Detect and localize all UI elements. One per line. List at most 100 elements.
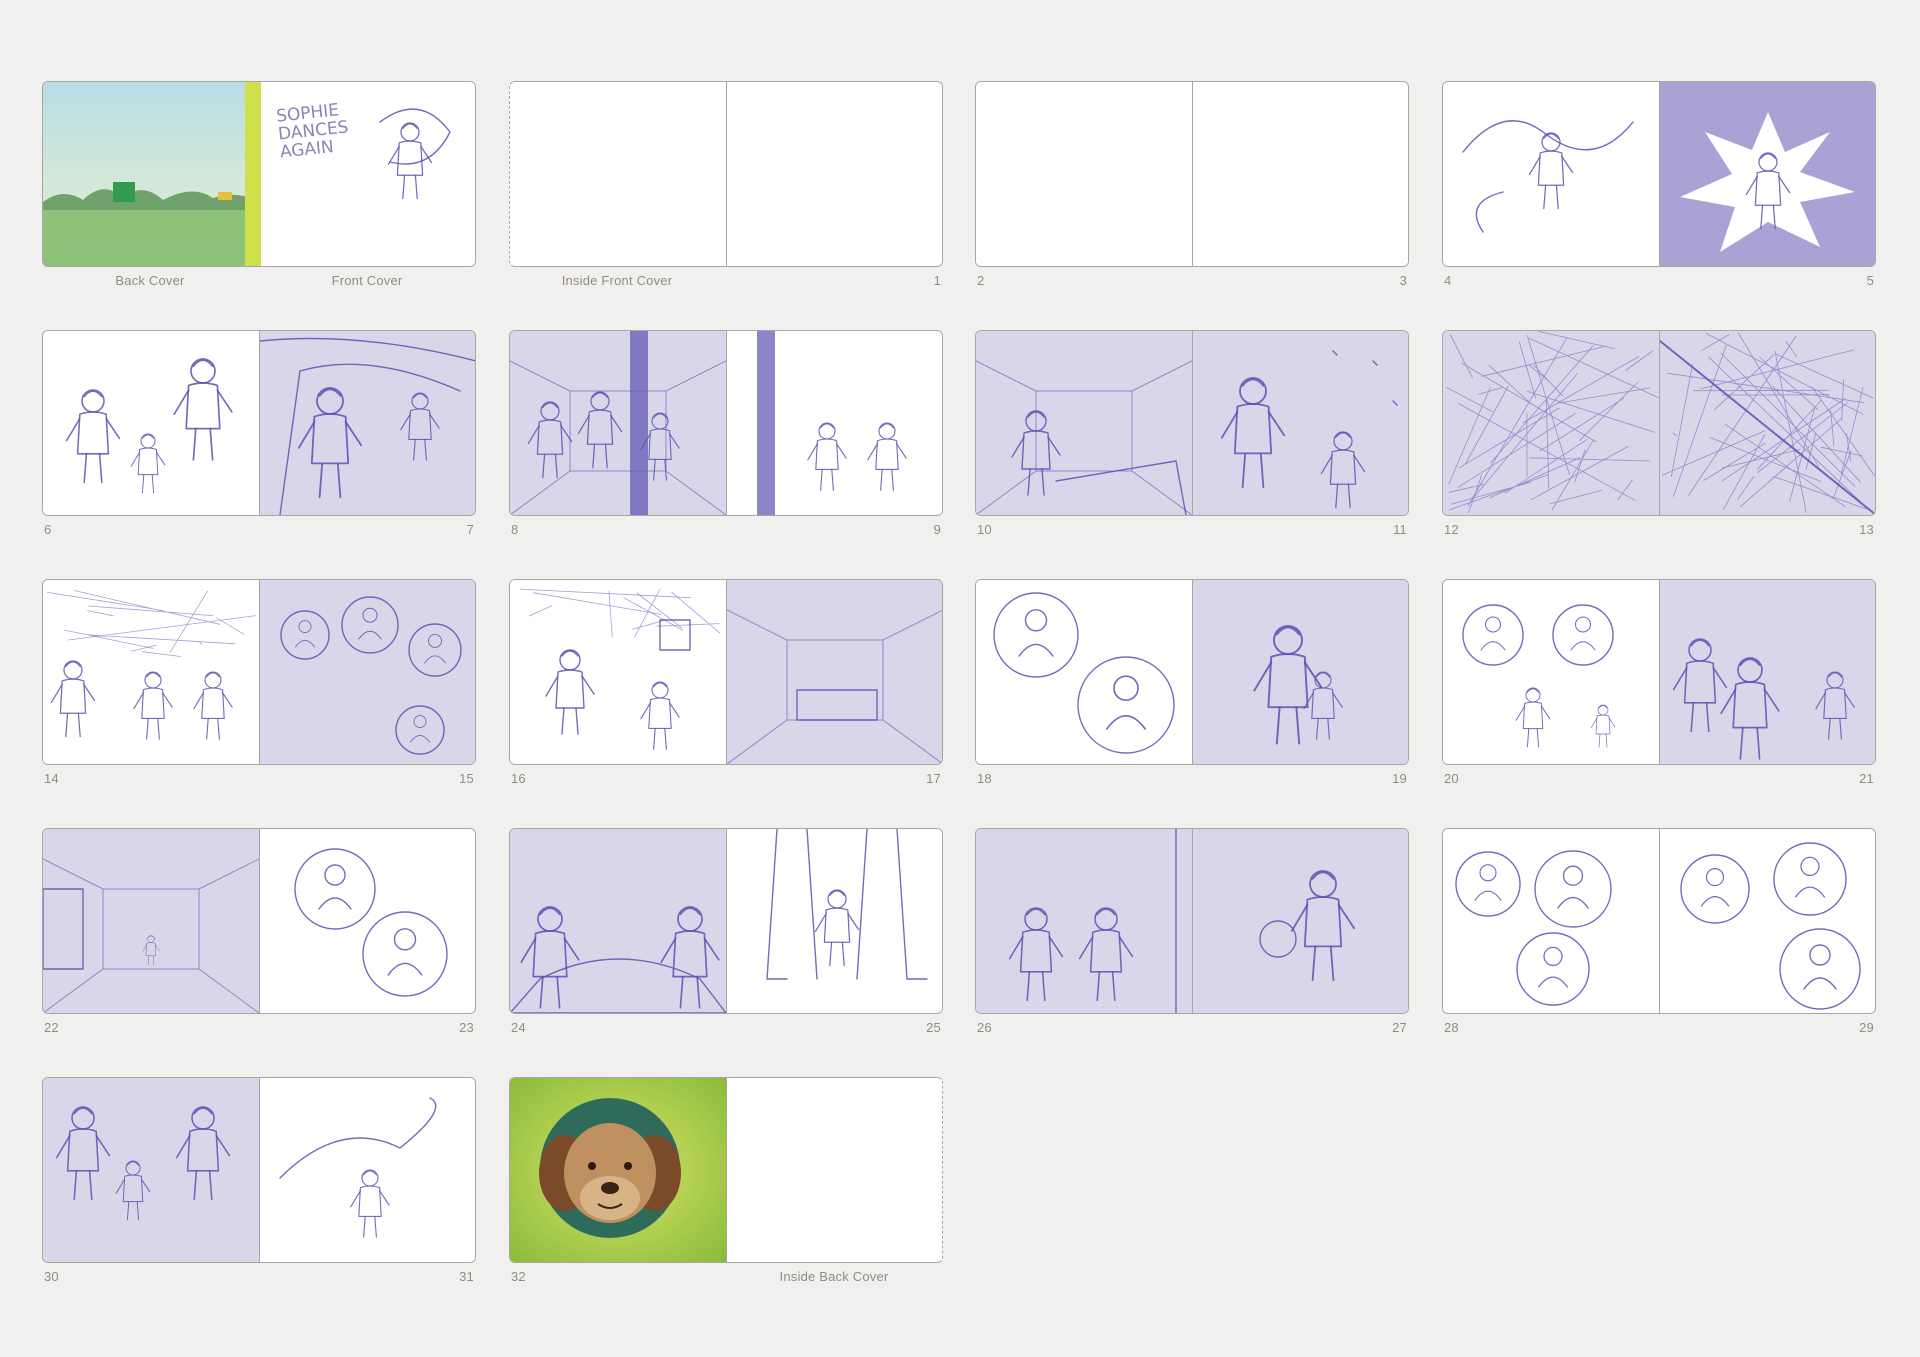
storyboard-spread[interactable]: Inside Front Cover 1 — [509, 81, 943, 288]
storyboard-spread[interactable]: 16 17 — [509, 579, 943, 786]
storyboard-spread[interactable]: 12 13 — [1442, 330, 1876, 537]
left-page[interactable] — [976, 331, 1192, 515]
left-page[interactable] — [976, 580, 1192, 764]
page-illustration — [1679, 842, 1861, 1010]
left-page[interactable] — [1443, 331, 1659, 515]
left-page[interactable] — [510, 829, 726, 1013]
left-page[interactable] — [976, 829, 1192, 1013]
spread-pages — [1442, 330, 1876, 516]
page-illustration — [1659, 332, 1875, 515]
right-page[interactable] — [258, 580, 475, 764]
right-page[interactable] — [725, 82, 942, 266]
right-page[interactable] — [725, 331, 942, 515]
lawn — [43, 210, 259, 266]
page-label-right: 5 — [1866, 273, 1874, 288]
page-label-right: 7 — [466, 522, 474, 537]
storyboard-spread[interactable]: 26 27 — [975, 828, 1409, 1035]
sketch-figure — [545, 649, 595, 735]
right-page[interactable] — [1658, 580, 1875, 764]
right-page[interactable] — [1191, 82, 1408, 266]
page-label-left: 16 — [511, 771, 526, 786]
storyboard-spread[interactable]: 24 25 — [509, 828, 943, 1035]
right-page[interactable] — [1191, 580, 1408, 764]
storyboard-spread[interactable]: 67 — [42, 330, 476, 537]
page-label-right: 17 — [926, 771, 941, 786]
left-page[interactable] — [1443, 82, 1659, 266]
page-label-right: 29 — [1859, 1020, 1874, 1035]
right-page[interactable] — [1191, 829, 1408, 1013]
storyboard-spread[interactable]: 30 31 — [42, 1077, 476, 1284]
page-label-right: Front Cover — [331, 273, 403, 288]
left-page[interactable] — [43, 1078, 259, 1262]
vignette-bubble — [293, 848, 376, 930]
spread-pages — [42, 330, 476, 516]
storyboard-spread[interactable]: 20 21 — [1442, 579, 1876, 786]
storyboard-spread[interactable]: 14 15 — [42, 579, 476, 786]
vignette-bubble — [1077, 656, 1175, 754]
right-page[interactable] — [1658, 829, 1875, 1013]
left-page[interactable] — [510, 82, 726, 266]
page-illustration — [1462, 604, 1616, 748]
left-page[interactable] — [43, 331, 259, 515]
left-page[interactable] — [1443, 580, 1659, 764]
right-page[interactable] — [725, 1078, 943, 1262]
right-page[interactable] — [1191, 331, 1408, 515]
vignette-bubble — [993, 592, 1079, 678]
vignette-bubble — [279, 610, 330, 660]
spread-pages — [1442, 828, 1876, 1014]
left-page[interactable] — [43, 580, 259, 764]
father-figure — [173, 358, 233, 461]
storyboard-spread[interactable]: 45 — [1442, 81, 1876, 288]
storyboard-spread[interactable]: 23 — [975, 81, 1409, 288]
spread-pages — [509, 1077, 943, 1263]
page-illustration — [293, 848, 448, 997]
spread-pages — [975, 330, 1409, 516]
right-page[interactable] — [258, 331, 475, 515]
left-page[interactable] — [43, 829, 259, 1013]
vignette-bubble — [1552, 604, 1614, 666]
page-label-left: 18 — [977, 771, 992, 786]
left-page[interactable] — [510, 1078, 726, 1262]
storyboard-spread[interactable]: 28 29 — [1442, 828, 1876, 1035]
patient-child — [1320, 431, 1365, 509]
room-perspective — [976, 360, 1192, 515]
right-page[interactable] — [725, 829, 942, 1013]
left-page[interactable] — [510, 331, 726, 515]
sketch-lines — [47, 590, 256, 657]
storyboard-grid: SOPHIE DANCES AGAIN Back Cover Front Cover In… — [42, 81, 1882, 1311]
left-page[interactable] — [510, 580, 726, 764]
spread-pages — [42, 828, 476, 1014]
right-page[interactable] — [258, 829, 475, 1013]
page-illustration — [727, 1078, 943, 1262]
left-page[interactable] — [1443, 829, 1659, 1013]
small-girl — [142, 935, 160, 966]
page-label-left: 24 — [511, 1020, 526, 1035]
page-label-right: 15 — [459, 771, 474, 786]
curtain — [756, 331, 775, 515]
right-page[interactable]: SOPHIE DANCES AGAIN — [258, 82, 475, 266]
spread-pages — [42, 579, 476, 765]
sketch-figure — [520, 906, 580, 1009]
right-page[interactable] — [1658, 331, 1875, 515]
storyboard-spread[interactable]: 32 Inside Back Cover — [509, 1077, 943, 1284]
storyboard-spread[interactable]: 22 23 — [42, 828, 476, 1035]
green-house — [113, 182, 135, 202]
page-illustration — [1455, 850, 1612, 1006]
storyboard-spread[interactable]: 89 — [509, 330, 943, 537]
page-label-left: 20 — [1444, 771, 1459, 786]
vignette-bubble — [407, 623, 462, 677]
sketch-figure — [1719, 657, 1780, 760]
storyboard-spread[interactable]: 18 19 — [975, 579, 1409, 786]
left-page[interactable] — [976, 82, 1192, 266]
right-page[interactable] — [1658, 82, 1875, 266]
spread-pages — [509, 330, 943, 516]
spread-pages — [975, 828, 1409, 1014]
left-page[interactable] — [43, 82, 259, 266]
storyboard-spread[interactable]: SOPHIE DANCES AGAIN Back Cover Front Cover — [42, 81, 476, 288]
storyboard-spread[interactable]: 10 11 — [975, 330, 1409, 537]
vignette-bubble — [340, 596, 399, 654]
right-page[interactable] — [725, 580, 942, 764]
right-page[interactable] — [258, 1078, 475, 1262]
sketch-figure — [866, 422, 907, 491]
nurse-figure — [1220, 377, 1285, 489]
